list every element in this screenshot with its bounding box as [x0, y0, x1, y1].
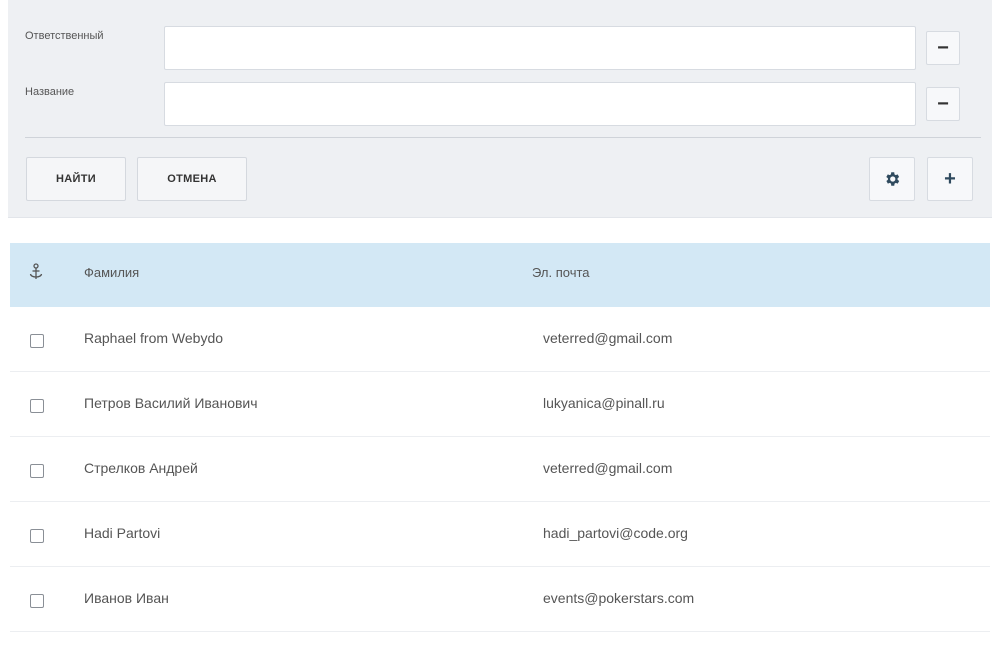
row-name[interactable]: Стрелков Андрей	[84, 460, 198, 476]
row-email[interactable]: hadi_partovi@code.org	[543, 525, 688, 541]
filter-row-responsible: Ответственный −	[8, 26, 992, 70]
table-row[interactable]: Петров Василий Иванович lukyanica@pinall…	[10, 372, 990, 437]
row-checkbox[interactable]	[30, 399, 44, 413]
row-email[interactable]: veterred@gmail.com	[543, 460, 672, 476]
minus-icon: −	[937, 36, 949, 59]
row-name[interactable]: Raphael from Webydo	[84, 330, 223, 346]
settings-button[interactable]	[869, 157, 915, 201]
cancel-button[interactable]: ОТМЕНА	[137, 157, 247, 201]
title-input[interactable]	[164, 82, 916, 126]
row-email[interactable]: lukyanica@pinall.ru	[543, 395, 665, 411]
row-email[interactable]: events@pokerstars.com	[543, 590, 694, 606]
plus-icon: +	[944, 167, 956, 190]
gear-icon	[886, 172, 900, 186]
row-checkbox[interactable]	[30, 594, 44, 608]
table-row[interactable]: Иванов Иван events@pokerstars.com	[10, 567, 990, 632]
row-checkbox[interactable]	[30, 529, 44, 543]
anchor-icon[interactable]	[28, 263, 44, 286]
table-row[interactable]: Raphael from Webydo veterred@gmail.com	[10, 307, 990, 372]
row-name[interactable]: Иванов Иван	[84, 590, 169, 606]
add-button[interactable]: +	[927, 157, 973, 201]
column-header-email[interactable]: Эл. почта	[532, 265, 590, 280]
remove-filter-title-button[interactable]: −	[926, 87, 960, 121]
minus-icon: −	[937, 92, 949, 115]
table-row[interactable]: Стрелков Андрей veterred@gmail.com	[10, 437, 990, 502]
column-header-surname[interactable]: Фамилия	[84, 265, 139, 280]
remove-filter-responsible-button[interactable]: −	[926, 31, 960, 65]
contacts-table: Фамилия Эл. почта Raphael from Webydo ve…	[10, 243, 990, 632]
table-header: Фамилия Эл. почта	[10, 243, 990, 307]
row-checkbox[interactable]	[30, 464, 44, 478]
row-email[interactable]: veterred@gmail.com	[543, 330, 672, 346]
find-button[interactable]: НАЙТИ	[26, 157, 126, 201]
filter-label-responsible: Ответственный	[25, 30, 104, 42]
responsible-input[interactable]	[164, 26, 916, 70]
row-name[interactable]: Петров Василий Иванович	[84, 395, 258, 411]
row-name[interactable]: Hadi Partovi	[84, 525, 160, 541]
filter-label-title: Название	[25, 86, 75, 98]
table-row[interactable]: Hadi Partovi hadi_partovi@code.org	[10, 502, 990, 567]
row-checkbox[interactable]	[30, 334, 44, 348]
filter-panel: Ответственный − Название − НАЙТИ ОТМЕНА …	[8, 0, 992, 218]
filter-divider	[25, 137, 981, 138]
filter-row-title: Название −	[8, 82, 992, 126]
